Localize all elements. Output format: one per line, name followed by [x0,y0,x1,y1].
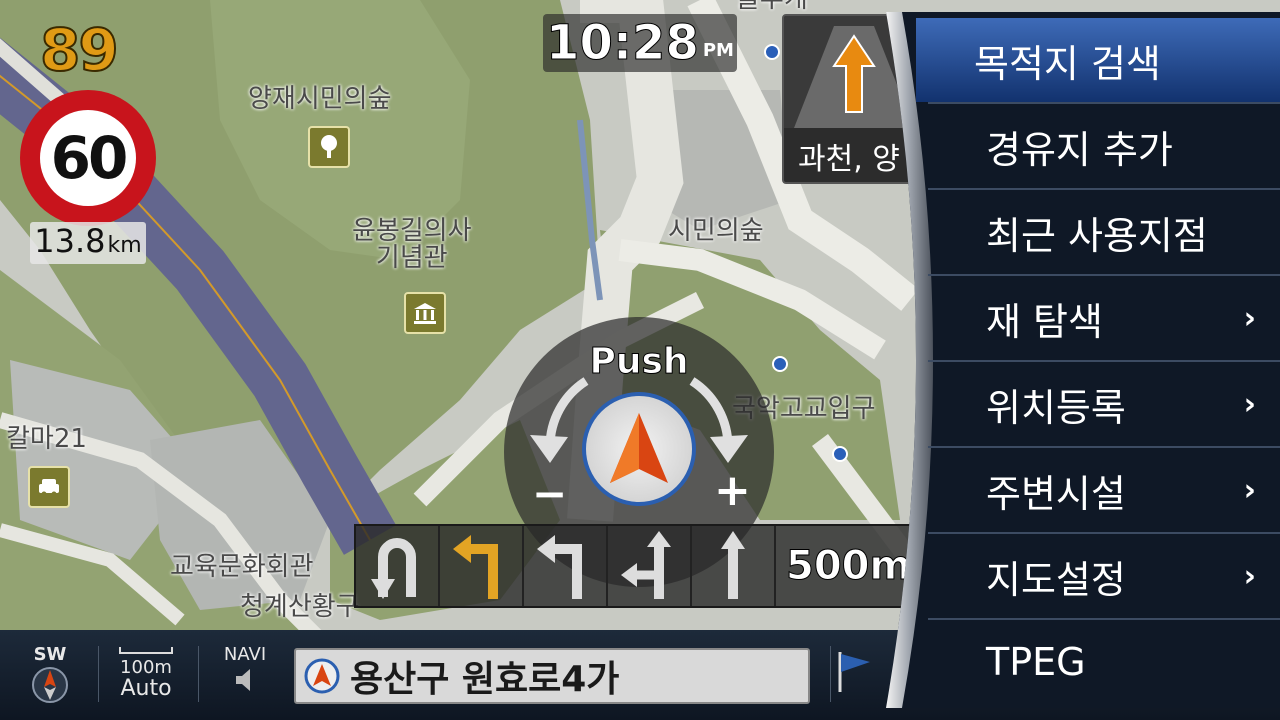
menu-divider [928,188,1280,190]
lane-left-highlighted [440,526,524,606]
map-scale-mode: Auto [120,676,172,701]
map-label-forest: 시민의숲 [668,216,764,246]
navi-audio-label: NAVI [223,644,267,665]
menu-item-label: TPEG [986,640,1086,684]
bottom-bar-divider [198,646,199,702]
lane-straight [692,526,776,606]
menu-item-label: 위치등록 [986,385,1126,430]
speed-limit-distance-value: 13.8 [34,222,106,260]
location-arrow-icon [304,658,340,694]
compass-icon [32,667,68,703]
menu-divider [928,446,1280,448]
heading-arrow-icon [610,413,668,483]
left-turn-arrow-highlighted-icon [453,535,498,599]
map-label-memorial-line1: 윤봉길의사 [352,216,472,246]
parking-poi-icon[interactable] [28,466,70,508]
map-label-memorial: 윤봉길의사 기념관 [352,216,472,274]
menu-item-label: 목적지 검색 [974,41,1161,86]
chevron-right-icon: › [1243,300,1256,336]
menu-divider [928,274,1280,276]
map-label-cheonggye: 청계산황구 [240,592,360,622]
left-straight-arrow-icon [621,531,671,599]
menu-item-recent-locations[interactable]: 최근 사용지점 [928,190,1280,274]
menu-divider [928,102,1280,104]
menu-divider [928,360,1280,362]
menu-divider [928,532,1280,534]
lane-guidance: 500m [354,524,918,608]
bottom-bar-divider [98,646,99,702]
lane-left [524,526,608,606]
current-road-name: 용산구 원효로4가 [350,659,620,700]
menu-item-search-destination[interactable]: 목적지 검색 [916,18,1280,102]
map-marker-dot [764,44,780,60]
speed-limit-value: 60 [40,110,136,206]
compass-button[interactable] [582,392,696,506]
menu-item-tpeg[interactable]: TPEG [928,620,1280,704]
museum-poi-icon[interactable] [404,292,446,334]
compass-heading[interactable]: SW [24,644,76,709]
u-turn-arrow-icon [371,538,416,599]
zoom-out-button[interactable]: − [532,469,567,518]
chevron-right-icon: › [1243,558,1256,594]
menu-divider [928,618,1280,620]
clock-ampm: PM [702,39,734,61]
chevron-right-icon: › [1243,472,1256,508]
current-road-display: 용산구 원효로4가 [294,648,810,704]
clock: 10:28 PM [543,14,737,72]
map-scale[interactable]: 100m Auto [108,640,184,701]
map-marker-dot [772,356,788,372]
bottom-bar-divider [830,646,831,702]
destination-flag-icon[interactable] [836,650,876,694]
speaker-icon [236,669,250,691]
map-label-top-road: 블루캐 [736,0,808,13]
menu-item-add-waypoint[interactable]: 경유지 추가 [928,104,1280,188]
compass-heading-label: SW [33,644,67,665]
park-poi-icon[interactable] [308,126,350,168]
clock-time: 10:28 [546,15,700,72]
map-label-culture-hall: 교육문화회관 [170,552,314,582]
speed-limit-sign: 60 [20,90,156,226]
map-label-park: 양재시민의숲 [248,84,392,114]
zoom-in-button[interactable]: + [714,465,751,516]
chevron-right-icon: › [1243,386,1256,422]
straight-arrow-icon [721,531,745,599]
menu-item-label: 경유지 추가 [986,127,1173,172]
map-label-memorial-line2: 기념관 [375,243,448,274]
menu-item-label: 주변시설 [986,471,1126,516]
map-marker-dot [832,446,848,462]
menu-item-register-location[interactable]: 위치등록 › [928,362,1280,446]
menu-item-label: 지도설정 [986,557,1126,602]
current-speed: 89 [39,15,120,85]
left-turn-arrow-icon [537,535,582,599]
speed-limit-distance-unit: km [107,233,142,258]
scale-bar-icon [119,647,173,654]
map-label-kalma: 칼마21 [6,424,87,454]
menu-item-nearby-facilities[interactable]: 주변시설 › [928,448,1280,532]
menu-item-label: 재 탐색 [986,299,1103,344]
navi-audio[interactable]: NAVI [212,644,278,699]
menu-item-reroute[interactable]: 재 탐색 › [928,276,1280,360]
speed-limit-distance: 13.8 km [30,222,146,264]
menu-item-label: 최근 사용지점 [986,213,1208,258]
map-scale-value: 100m [120,657,172,678]
menu-item-map-settings[interactable]: 지도설정 › [928,534,1280,618]
lane-u-turn [356,526,440,606]
lane-left-straight [608,526,692,606]
